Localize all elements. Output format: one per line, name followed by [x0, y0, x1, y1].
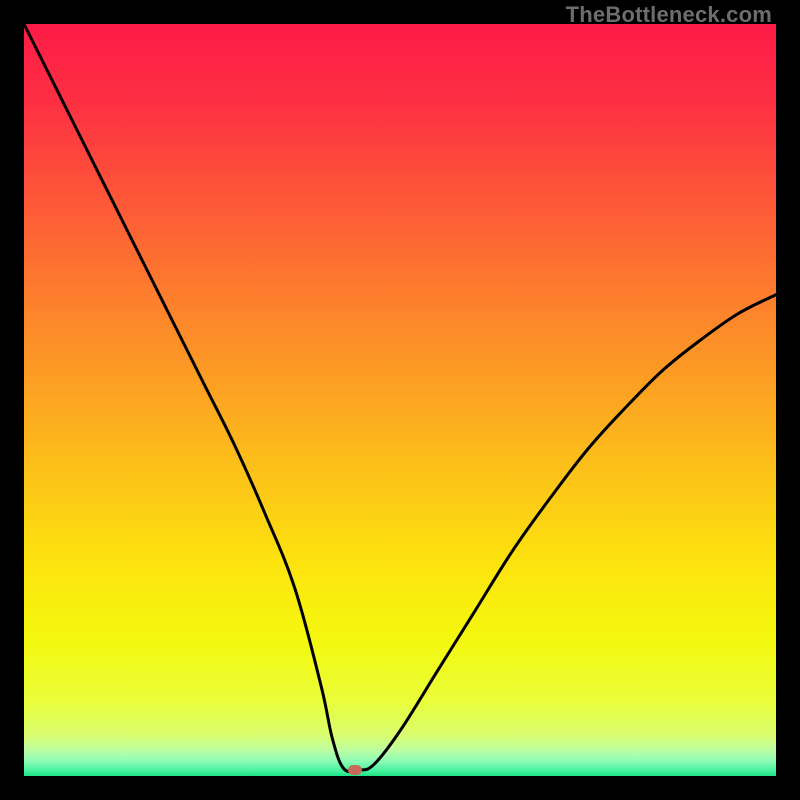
optimal-point-marker	[348, 765, 362, 775]
bottleneck-curve	[24, 24, 776, 776]
plot-area	[24, 24, 776, 776]
chart-frame: TheBottleneck.com	[0, 0, 800, 800]
watermark-text: TheBottleneck.com	[566, 2, 772, 28]
